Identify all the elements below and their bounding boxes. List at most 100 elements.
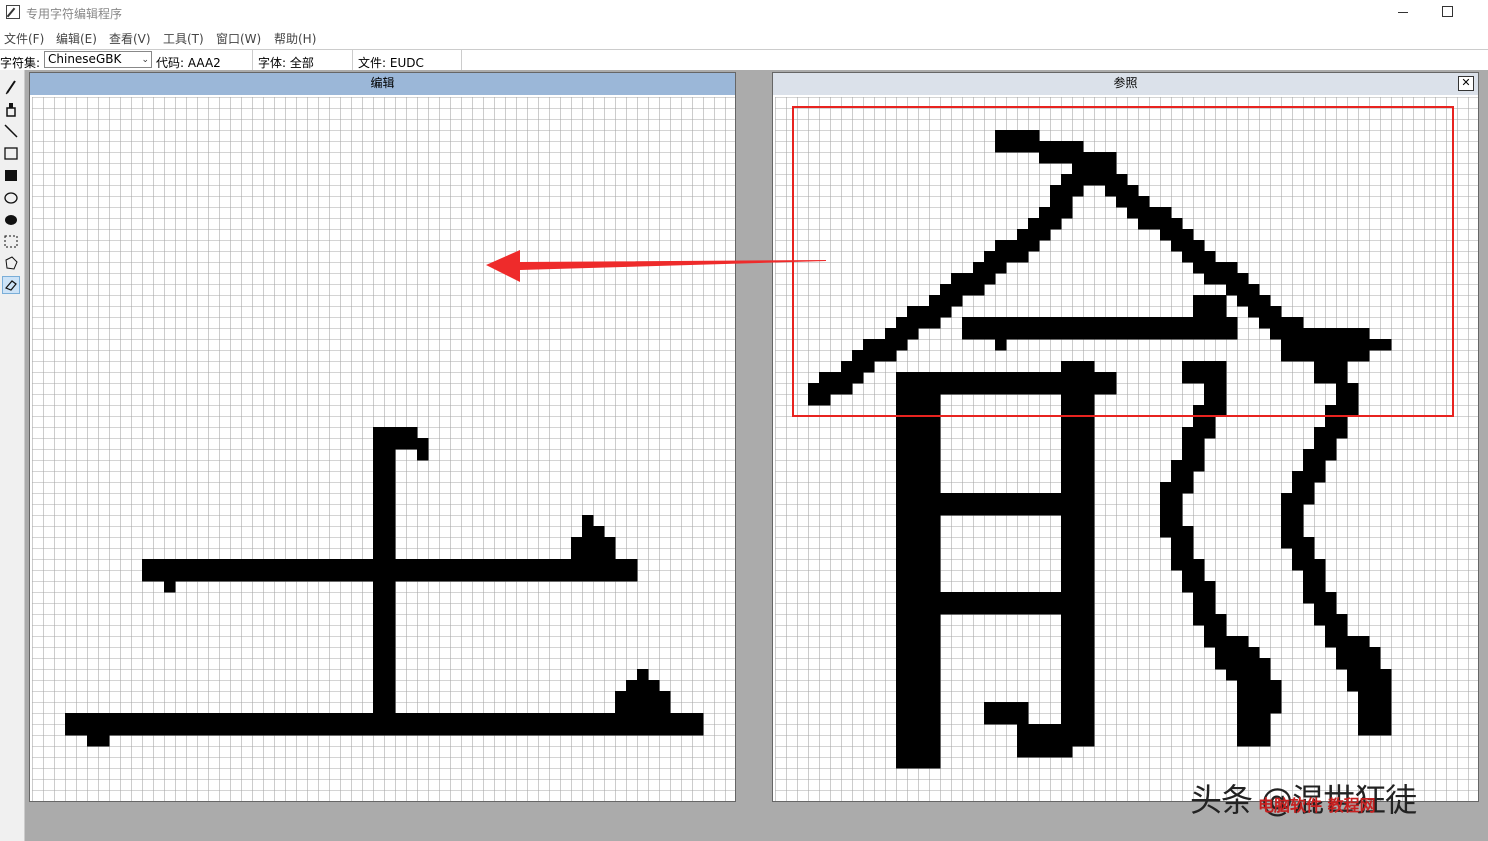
pixel: [907, 438, 919, 450]
highlight-box: [792, 106, 1454, 417]
pixel: [87, 735, 99, 747]
pixel: [1083, 581, 1095, 593]
brush-icon[interactable]: [2, 100, 20, 118]
pixel: [1325, 416, 1337, 428]
edit-grid[interactable]: [32, 97, 735, 801]
pixel: [918, 449, 930, 461]
rect-outline-icon[interactable]: [2, 144, 20, 162]
rect-select-icon[interactable]: [2, 232, 20, 250]
pixel: [1204, 636, 1216, 648]
pixel: [1358, 702, 1370, 714]
menu-help[interactable]: 帮助(H): [274, 30, 316, 47]
pixel: [896, 680, 908, 692]
pixel: [1061, 449, 1073, 461]
menu-tools[interactable]: 工具(T): [163, 30, 204, 47]
pixel: [1182, 581, 1194, 593]
pixel: [1182, 548, 1194, 560]
pixel: [1050, 603, 1062, 615]
pixel: [929, 482, 941, 494]
pixel: [1193, 603, 1205, 615]
file-label: 文件: EUDC: [358, 56, 424, 70]
pixel: [1039, 504, 1051, 516]
pixel: [1292, 504, 1304, 516]
ellipse-outline-icon[interactable]: [2, 188, 20, 206]
pixel: [1083, 669, 1095, 681]
eraser-icon[interactable]: [2, 276, 20, 294]
pixel: [1182, 471, 1194, 483]
pixel: [918, 493, 930, 505]
pixel: [307, 724, 319, 736]
pixel: [98, 735, 110, 747]
pixel: [907, 691, 919, 703]
pixel: [659, 713, 671, 725]
pixel: [516, 570, 528, 582]
pixel: [417, 570, 429, 582]
pixel: [373, 669, 385, 681]
menu-view[interactable]: 查看(V): [109, 30, 151, 47]
line-icon[interactable]: [2, 122, 20, 140]
pixel: [384, 669, 396, 681]
pixel: [1083, 702, 1095, 714]
pixel: [1050, 735, 1062, 747]
freeform-select-icon[interactable]: [2, 254, 20, 272]
pencil-icon[interactable]: [2, 78, 20, 96]
pixel: [406, 570, 418, 582]
pixel: [1215, 636, 1227, 648]
pixel: [1050, 746, 1062, 758]
pixel: [1072, 625, 1084, 637]
pixel: [929, 625, 941, 637]
pixel: [918, 603, 930, 615]
pixel: [1292, 537, 1304, 549]
window-title: 专用字符编辑程序: [26, 7, 123, 21]
pixel: [929, 603, 941, 615]
pixel: [896, 691, 908, 703]
maximize-button[interactable]: [1442, 6, 1453, 17]
pixel: [1072, 460, 1084, 472]
pixel: [962, 603, 974, 615]
close-button[interactable]: ✕: [1458, 76, 1474, 91]
menu-edit[interactable]: 编辑(E): [56, 30, 97, 47]
pixel: [962, 493, 974, 505]
ellipse-filled-icon[interactable]: [2, 210, 20, 228]
pixel: [918, 537, 930, 549]
pixel: [1314, 592, 1326, 604]
pixel: [384, 504, 396, 516]
pixel: [637, 669, 649, 681]
pixel: [1193, 416, 1205, 428]
pixel: [230, 570, 242, 582]
pixel: [1072, 669, 1084, 681]
menu-file[interactable]: 文件(F): [4, 30, 44, 47]
pixel: [896, 746, 908, 758]
pixel: [538, 559, 550, 571]
pixel: [1072, 482, 1084, 494]
pixel: [395, 438, 407, 450]
pixel: [1039, 724, 1051, 736]
pixel: [896, 471, 908, 483]
pixel: [175, 559, 187, 571]
pixel: [1072, 537, 1084, 549]
pixel: [1325, 427, 1337, 439]
pixel: [1050, 724, 1062, 736]
pixel: [1028, 493, 1040, 505]
pixel: [1226, 658, 1238, 670]
menu-window[interactable]: 窗口(W): [216, 30, 261, 47]
pixel: [1380, 724, 1392, 736]
pixel: [1061, 526, 1073, 538]
pixel: [1292, 493, 1304, 505]
rect-filled-icon[interactable]: [2, 166, 20, 184]
pixel: [406, 724, 418, 736]
pixel: [615, 570, 627, 582]
pixel: [186, 713, 198, 725]
edit-panel: 编辑: [29, 72, 736, 802]
pixel: [929, 647, 941, 659]
pixel: [1325, 636, 1337, 648]
pixel: [582, 570, 594, 582]
pixel: [929, 592, 941, 604]
pixel: [1028, 746, 1040, 758]
pixel: [1072, 702, 1084, 714]
minimize-button[interactable]: [1398, 4, 1412, 20]
pixel: [1215, 658, 1227, 670]
status-toolbar: 字符集: ChineseGBK ⌄ 代码: AAA2 字体: 全部 文件: EU…: [0, 49, 1488, 71]
pixel: [1248, 702, 1260, 714]
charset-select[interactable]: ChineseGBK ⌄: [44, 51, 152, 68]
